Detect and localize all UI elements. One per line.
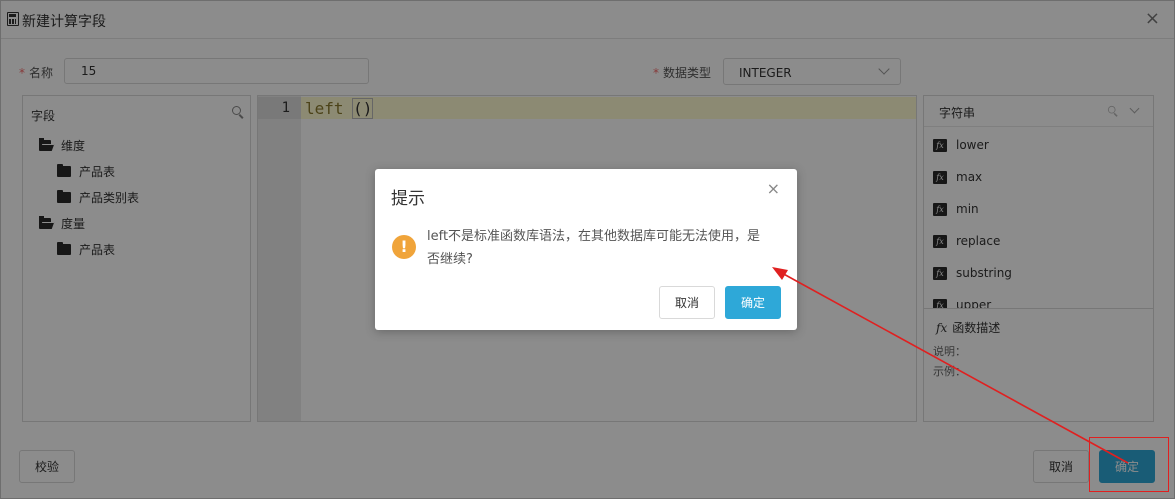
dialog-title: 提示 [391, 189, 425, 209]
dialog-cancel-button[interactable]: 取消 [659, 286, 715, 319]
dialog-message: left不是标准函数库语法，在其他数据库可能无法使用，是否继续? [427, 229, 761, 267]
close-icon[interactable]: × [767, 179, 780, 198]
dialog-confirm-button[interactable]: 确定 [725, 286, 781, 319]
warning-icon: ! [392, 235, 416, 259]
confirm-dialog: 提示 × ! left不是标准函数库语法，在其他数据库可能无法使用，是否继续? … [375, 169, 797, 330]
annotation-highlight-box [1089, 437, 1169, 492]
